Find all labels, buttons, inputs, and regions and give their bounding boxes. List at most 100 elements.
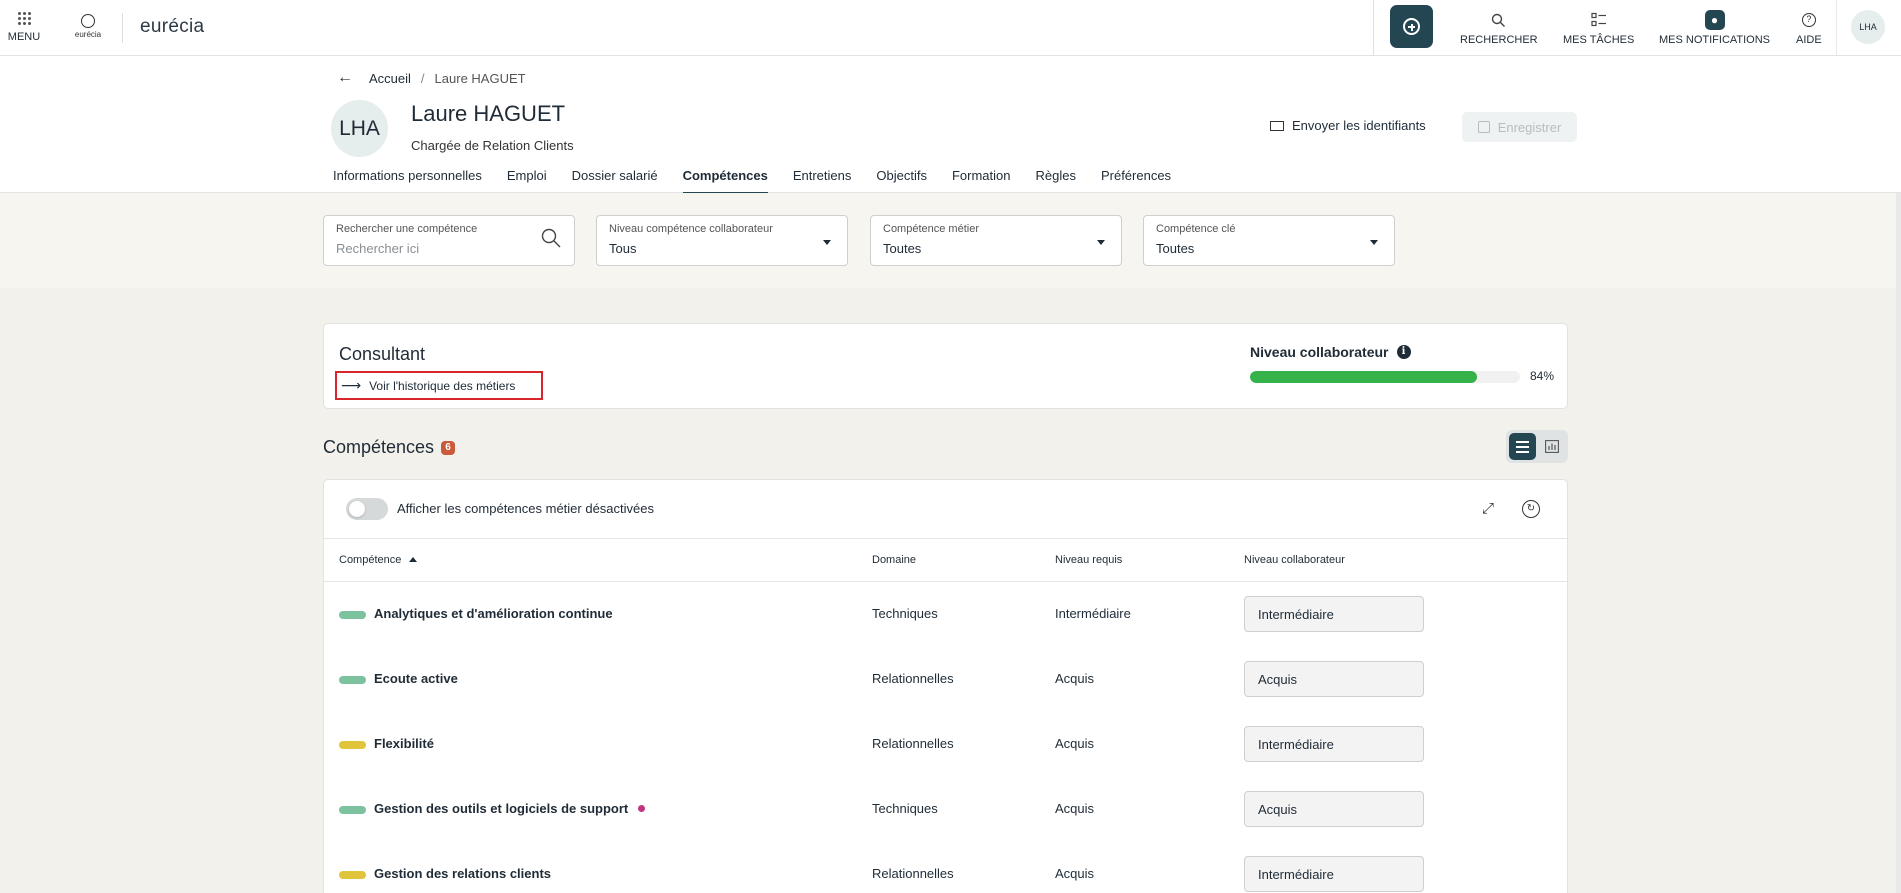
collaborateur-level-field[interactable]: Acquis <box>1244 791 1424 827</box>
competence-required: Intermédiaire <box>1055 606 1131 621</box>
competence-required: Acquis <box>1055 671 1095 686</box>
table-row[interactable]: Gestion des outils et logiciels de suppo… <box>324 777 1567 842</box>
help-icon: ? <box>1801 13 1816 27</box>
create-button[interactable] <box>1390 5 1433 48</box>
niveau-progress-bar <box>1250 371 1520 383</box>
competences-section-title: Compétences 6 <box>323 437 456 458</box>
niveau-percent: 84% <box>1530 369 1555 383</box>
competence-required: Acquis <box>1055 736 1095 751</box>
toggle-knob <box>349 501 365 517</box>
send-credentials-button[interactable]: Envoyer les identifiants <box>1270 118 1426 133</box>
competence-domain: Relationnelles <box>872 671 954 686</box>
brand-logo[interactable]: eurécia <box>140 16 204 38</box>
tab-objectifs[interactable]: Objectifs <box>876 168 927 195</box>
table-row[interactable]: Analytiques et d'amélioration continue T… <box>324 582 1567 647</box>
page-scrollbar[interactable] <box>1896 193 1901 893</box>
competence-name: Gestion des relations clients <box>374 866 551 881</box>
bar-chart-icon <box>1544 440 1559 453</box>
info-icon[interactable]: i <box>1396 345 1411 359</box>
breadcrumb-home[interactable]: Accueil <box>369 71 411 86</box>
menu-button[interactable]: MENU <box>6 12 42 43</box>
competence-metier-value: Toutes <box>883 241 922 256</box>
save-icon <box>1477 121 1490 133</box>
eurecia-logo-icon[interactable]: eurécia <box>72 14 104 39</box>
tab-competences[interactable]: Compétences <box>682 168 768 195</box>
nav-search[interactable]: RECHERCHER <box>1460 10 1538 46</box>
table-row[interactable]: Ecoute active Relationnelles Acquis Acqu… <box>324 647 1567 712</box>
plus-circle-icon <box>1403 18 1420 35</box>
nav-notifications[interactable]: ● MES NOTIFICATIONS <box>1659 10 1770 46</box>
table-row[interactable]: Gestion des relations clients Relationne… <box>324 842 1567 893</box>
sync-icon[interactable]: ↻ <box>1522 500 1540 518</box>
competence-name: Ecoute active <box>374 671 458 686</box>
tab-emploi[interactable]: Emploi <box>507 168 547 195</box>
column-niveau-requis[interactable]: Niveau requis <box>1055 554 1122 566</box>
job-history-link[interactable]: ⟶ Voir l'historique des métiers <box>335 371 543 400</box>
competence-cle-label: Compétence clé <box>1156 223 1236 235</box>
tasks-icon <box>1563 10 1634 30</box>
nav-notifications-label: MES NOTIFICATIONS <box>1659 34 1771 46</box>
table-row[interactable]: Flexibilité Relationnelles Acquis Interm… <box>324 712 1567 777</box>
competence-metier-select[interactable]: Compétence métier Toutes <box>870 215 1122 266</box>
save-label: Enregistrer <box>1497 119 1562 135</box>
view-toggle <box>1506 430 1568 463</box>
collaborateur-level-field[interactable]: Intermédiaire <box>1244 856 1424 892</box>
competence-name: Analytiques et d'amélioration continue <box>374 606 613 621</box>
show-disabled-toggle[interactable] <box>346 498 388 520</box>
competences-count-badge: 6 <box>441 440 456 455</box>
show-disabled-label: Afficher les compétences métier désactiv… <box>397 501 654 516</box>
competence-cle-select[interactable]: Compétence clé Toutes <box>1143 215 1395 266</box>
nav-search-label: RECHERCHER <box>1460 34 1538 46</box>
competences-table-card: Afficher les compétences métier désactiv… <box>323 479 1568 893</box>
caret-down-icon <box>1370 240 1378 245</box>
nav-tasks[interactable]: MES TÂCHES <box>1563 10 1634 46</box>
nav-help[interactable]: ? AIDE <box>1796 10 1822 46</box>
competence-domain: Relationnelles <box>872 866 954 881</box>
back-arrow-icon[interactable]: ← <box>337 69 353 87</box>
column-domaine[interactable]: Domaine <box>872 554 916 566</box>
column-competence-label: Compétence <box>339 554 402 566</box>
tab-informations-personnelles[interactable]: Informations personnelles <box>333 168 482 195</box>
table-header: Compétence Domaine Niveau requis Niveau … <box>324 538 1567 582</box>
tab-dossier-salarie[interactable]: Dossier salarié <box>572 168 658 195</box>
search-competence-placeholder: Rechercher ici <box>336 241 420 256</box>
job-history-label: Voir l'historique des métiers <box>369 378 516 393</box>
search-icon <box>1460 10 1538 30</box>
niveau-collaborateur-heading: Niveau collaborateur i <box>1250 344 1411 360</box>
niveau-collaborateur-select[interactable]: Niveau compétence collaborateur Tous <box>596 215 848 266</box>
save-button[interactable]: Enregistrer <box>1462 112 1577 142</box>
list-icon <box>1516 440 1529 453</box>
competence-domain: Techniques <box>872 606 938 621</box>
grid-icon <box>17 12 31 25</box>
tab-formation[interactable]: Formation <box>952 168 1011 195</box>
chart-view-button[interactable] <box>1538 433 1565 460</box>
search-icon[interactable] <box>541 228 561 248</box>
breadcrumb: ← Accueil / Laure HAGUET <box>337 69 526 87</box>
tab-entretiens[interactable]: Entretiens <box>793 168 852 195</box>
column-competence[interactable]: Compétence <box>339 554 418 566</box>
competence-status-pill <box>339 741 366 749</box>
nav-tasks-label: MES TÂCHES <box>1563 34 1635 46</box>
collaborateur-level-field[interactable]: Intermédiaire <box>1244 726 1424 762</box>
collaborateur-level-field[interactable]: Intermédiaire <box>1244 596 1424 632</box>
caret-down-icon <box>823 240 831 245</box>
tab-preferences[interactable]: Préférences <box>1101 168 1171 195</box>
niveau-progress-fill <box>1250 371 1477 383</box>
list-view-button[interactable] <box>1509 433 1536 460</box>
sort-ascending-icon <box>409 557 418 562</box>
column-niveau-collaborateur[interactable]: Niveau collaborateur <box>1244 554 1345 566</box>
employee-header: ← Accueil / Laure HAGUET LHA Laure HAGUE… <box>0 56 1901 195</box>
search-competence-input[interactable]: Rechercher une compétence Rechercher ici <box>323 215 575 266</box>
user-avatar[interactable]: LHA <box>1851 10 1885 44</box>
tab-regles[interactable]: Règles <box>1036 168 1076 195</box>
menu-label: MENU <box>7 31 41 43</box>
expand-icon[interactable]: ⤢ <box>1479 500 1497 518</box>
collaborateur-level-field[interactable]: Acquis <box>1244 661 1424 697</box>
job-title: Consultant <box>339 344 426 364</box>
competence-status-pill <box>339 676 366 684</box>
employee-role: Chargée de Relation Clients <box>411 138 574 153</box>
logo-divider <box>122 13 123 43</box>
job-card: Consultant ⟶ Voir l'historique des métie… <box>323 323 1568 409</box>
competence-required: Acquis <box>1055 801 1095 816</box>
competence-domain: Relationnelles <box>872 736 954 751</box>
